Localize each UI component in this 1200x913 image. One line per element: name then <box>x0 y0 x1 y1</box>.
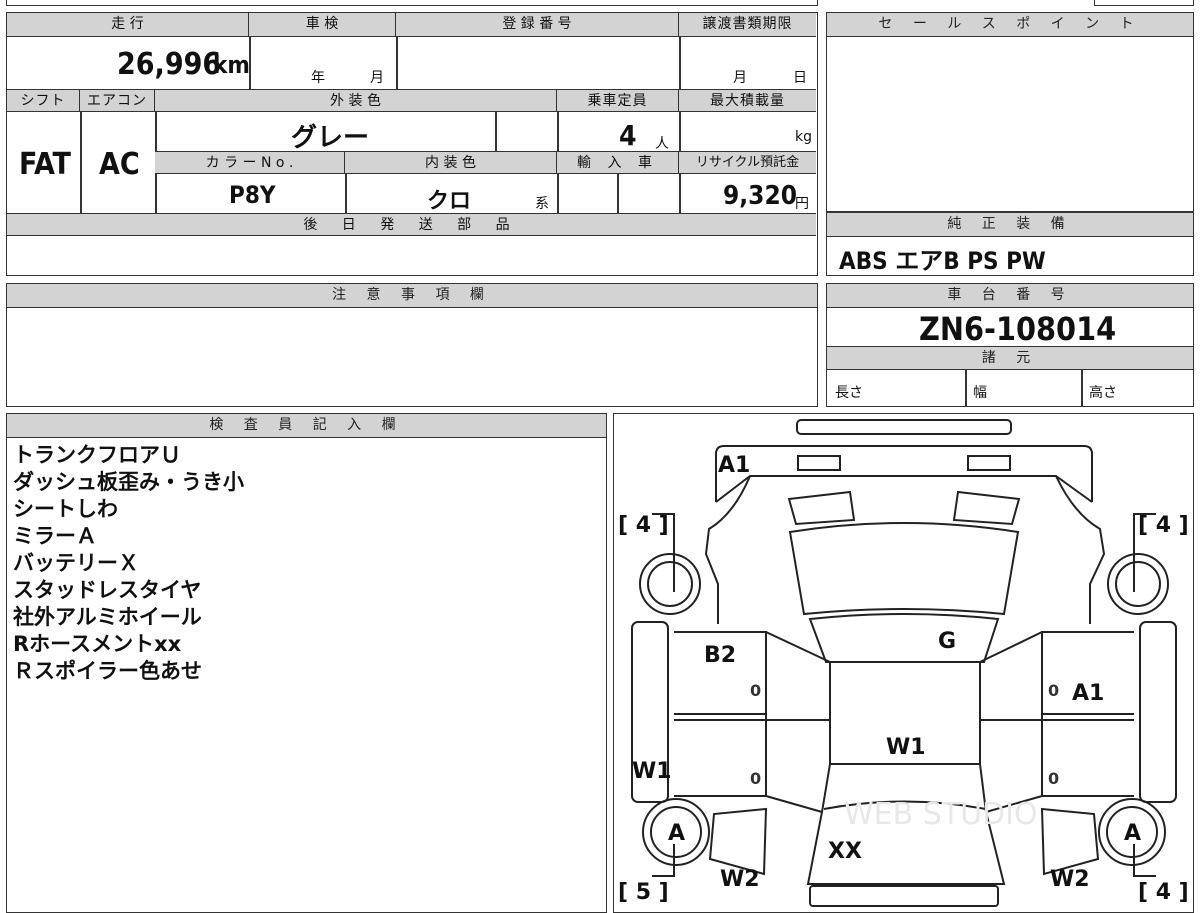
mark-center: W1 <box>886 735 926 760</box>
zero-right-front: 0 <box>1048 769 1059 788</box>
deadline-month: 月 <box>733 70 747 86</box>
interior-suffix: 系 <box>535 196 549 212</box>
caution-header: 注 意 事 項 欄 <box>7 284 817 308</box>
mark-roof: G <box>938 629 956 654</box>
note-item: ダッシュ板歪み・うき小 <box>13 470 244 494</box>
chassis-header: 車 台 番 号 <box>827 284 1193 308</box>
deadline-day: 日 <box>793 70 807 86</box>
mileage-unit: km <box>213 51 250 79</box>
watermark: WEB STUDIO <box>844 797 1038 832</box>
later-parts-header: 後 日 発 送 部 品 <box>7 214 816 236</box>
tread-rear-left: [ 4 ] <box>618 513 669 538</box>
tread-rear-right: [ 4 ] <box>1138 513 1189 538</box>
registration-header: 登 録 番 号 <box>396 13 679 37</box>
tread-front-right: [ 4 ] <box>1138 880 1189 905</box>
length-label: 長さ <box>835 385 863 401</box>
shift-header: シフト <box>7 90 80 112</box>
equipment-header: 純 正 装 備 <box>827 213 1193 237</box>
note-item: Ｒスポイラー色あせ <box>13 659 202 683</box>
note-item: Rホースメントxx <box>13 632 182 656</box>
mark-rear-panel: A1 <box>718 453 750 478</box>
zero-left-front: 0 <box>750 769 761 788</box>
car-diagram: A1 B2 G A1 W1 W1 XX W2 W2 A A [ 4 ] [ 4 … <box>618 419 1189 907</box>
height-label: 高さ <box>1089 385 1117 401</box>
sales-point-box: セ ー ル ス ポ イ ン ト <box>826 12 1194 212</box>
inspector-notes-box: 検 査 員 記 入 欄 トランクフロアＵ ダッシュ板歪み・うき小 シートしわ ミ… <box>6 413 607 913</box>
inspector-notes-header: 検 査 員 記 入 欄 <box>7 414 606 438</box>
note-item: スタッドレスタイヤ <box>13 578 202 602</box>
mark-left-front-wheel: A <box>668 821 685 846</box>
recycle-value: 9,320 <box>723 181 797 211</box>
equipment-box: 純 正 装 備 ABS エアB PS PW <box>826 212 1194 276</box>
top-strip <box>6 0 818 6</box>
month-unit: 月 <box>370 70 384 86</box>
tread-front-left: [ 5 ] <box>618 880 669 905</box>
width-label: 幅 <box>973 385 987 401</box>
capacity-unit: 人 <box>655 136 669 152</box>
load-unit: kg <box>795 129 812 145</box>
mark-right-fender: W2 <box>1050 867 1090 892</box>
mark-left-fender: W2 <box>720 867 760 892</box>
capacity-value: 4 <box>619 119 637 152</box>
sales-point-header: セ ー ル ス ポ イ ン ト <box>827 13 1193 37</box>
mark-right-front-wheel: A <box>1124 821 1141 846</box>
import-header: 輸 入 車 <box>557 152 679 174</box>
interior-color-value: クロ <box>427 189 472 214</box>
note-item: トランクフロアＵ <box>13 443 181 467</box>
exterior-color-header: 外 装 色 <box>155 90 557 112</box>
aircon-value: AC <box>99 147 140 182</box>
caution-box: 注 意 事 項 欄 <box>6 283 818 407</box>
damage-diagram-box: A1 B2 G A1 W1 W1 XX W2 W2 A A [ 4 ] [ 4 … <box>613 413 1194 913</box>
capacity-header: 乗車定員 <box>557 90 679 112</box>
specs-header: 諸 元 <box>827 346 1193 370</box>
inspector-notes-list: トランクフロアＵ ダッシュ板歪み・うき小 シートしわ ミラーＡ バッテリーＸ ス… <box>13 442 244 685</box>
mark-left-sill: W1 <box>632 759 672 784</box>
exterior-color-value: グレー <box>291 123 370 153</box>
inspection-header: 車 検 <box>249 13 396 37</box>
note-item: バッテリーＸ <box>13 551 139 575</box>
vehicle-info-grid: 走 行 車 検 登 録 番 号 譲渡書類期限 26,996 km 年 月 月 日… <box>6 12 818 276</box>
mark-right-rear-door: A1 <box>1072 681 1104 706</box>
aircon-header: エアコン <box>80 90 155 112</box>
max-load-header: 最大積載量 <box>679 90 816 112</box>
equipment-value: ABS エアB PS PW <box>839 247 1046 275</box>
top-strip-right <box>1094 0 1194 6</box>
mileage-value: 26,996 <box>117 47 222 82</box>
recycle-unit: 円 <box>795 196 809 212</box>
note-item: ミラーＡ <box>13 524 97 548</box>
color-no-header: カ ラ ー N o . <box>155 152 345 174</box>
mark-left-rear-door: B2 <box>704 643 736 668</box>
note-item: 社外アルミホイール <box>13 605 202 629</box>
deadline-header: 譲渡書類期限 <box>679 13 816 37</box>
zero-left-rear: 0 <box>750 681 761 700</box>
chassis-value: ZN6-108014 <box>919 310 1117 348</box>
recycle-header: リサイクル預託金 <box>679 152 816 174</box>
color-no-value: P8Y <box>229 181 276 209</box>
year-unit: 年 <box>311 70 325 86</box>
mileage-header: 走 行 <box>7 13 249 37</box>
zero-right-rear: 0 <box>1048 681 1059 700</box>
chassis-box: 車 台 番 号 ZN6-108014 諸 元 長さ 幅 高さ <box>826 283 1194 407</box>
mark-hood: XX <box>828 839 862 864</box>
shift-value: FAT <box>19 147 71 182</box>
note-item: シートしわ <box>13 497 118 521</box>
interior-color-header: 内 装 色 <box>345 152 557 174</box>
